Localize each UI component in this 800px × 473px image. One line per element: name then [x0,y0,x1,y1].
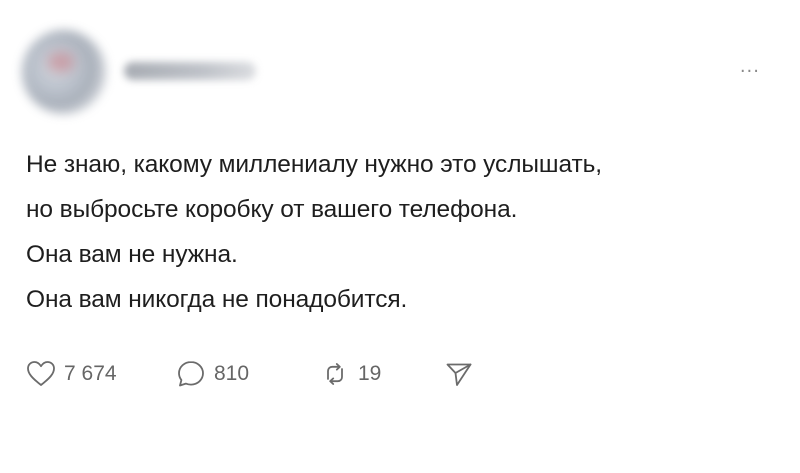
share-button[interactable] [444,359,474,389]
post-text: Не знаю, какому миллениалу нужно это усл… [26,142,786,322]
comment-count: 810 [214,362,250,385]
send-icon [444,359,474,389]
heart-icon [26,360,56,388]
author-username[interactable] [124,62,256,80]
more-options-button[interactable]: ... [740,56,760,77]
repost-button[interactable]: 19 [320,359,444,389]
repost-icon [320,359,350,389]
post-text-line: Она вам никогда не понадобится. [26,286,408,313]
like-count: 7 674 [64,362,117,385]
post-card: ... Не знаю, какому миллениалу нужно это… [0,0,800,473]
post-text-line: но выбросьте коробку от вашего телефона. [26,196,518,223]
comment-button[interactable]: 810 [176,359,320,389]
author-avatar-detail [48,52,74,72]
comment-bubble-icon [176,359,206,389]
like-button[interactable]: 7 674 [26,360,176,388]
post-text-line: Не знаю, какому миллениалу нужно это усл… [26,151,602,178]
author-avatar[interactable] [22,30,106,114]
post-text-line: Она вам не нужна. [26,241,238,268]
repost-count: 19 [358,362,382,385]
post-actions-bar: 7 674 810 19 [26,356,474,392]
